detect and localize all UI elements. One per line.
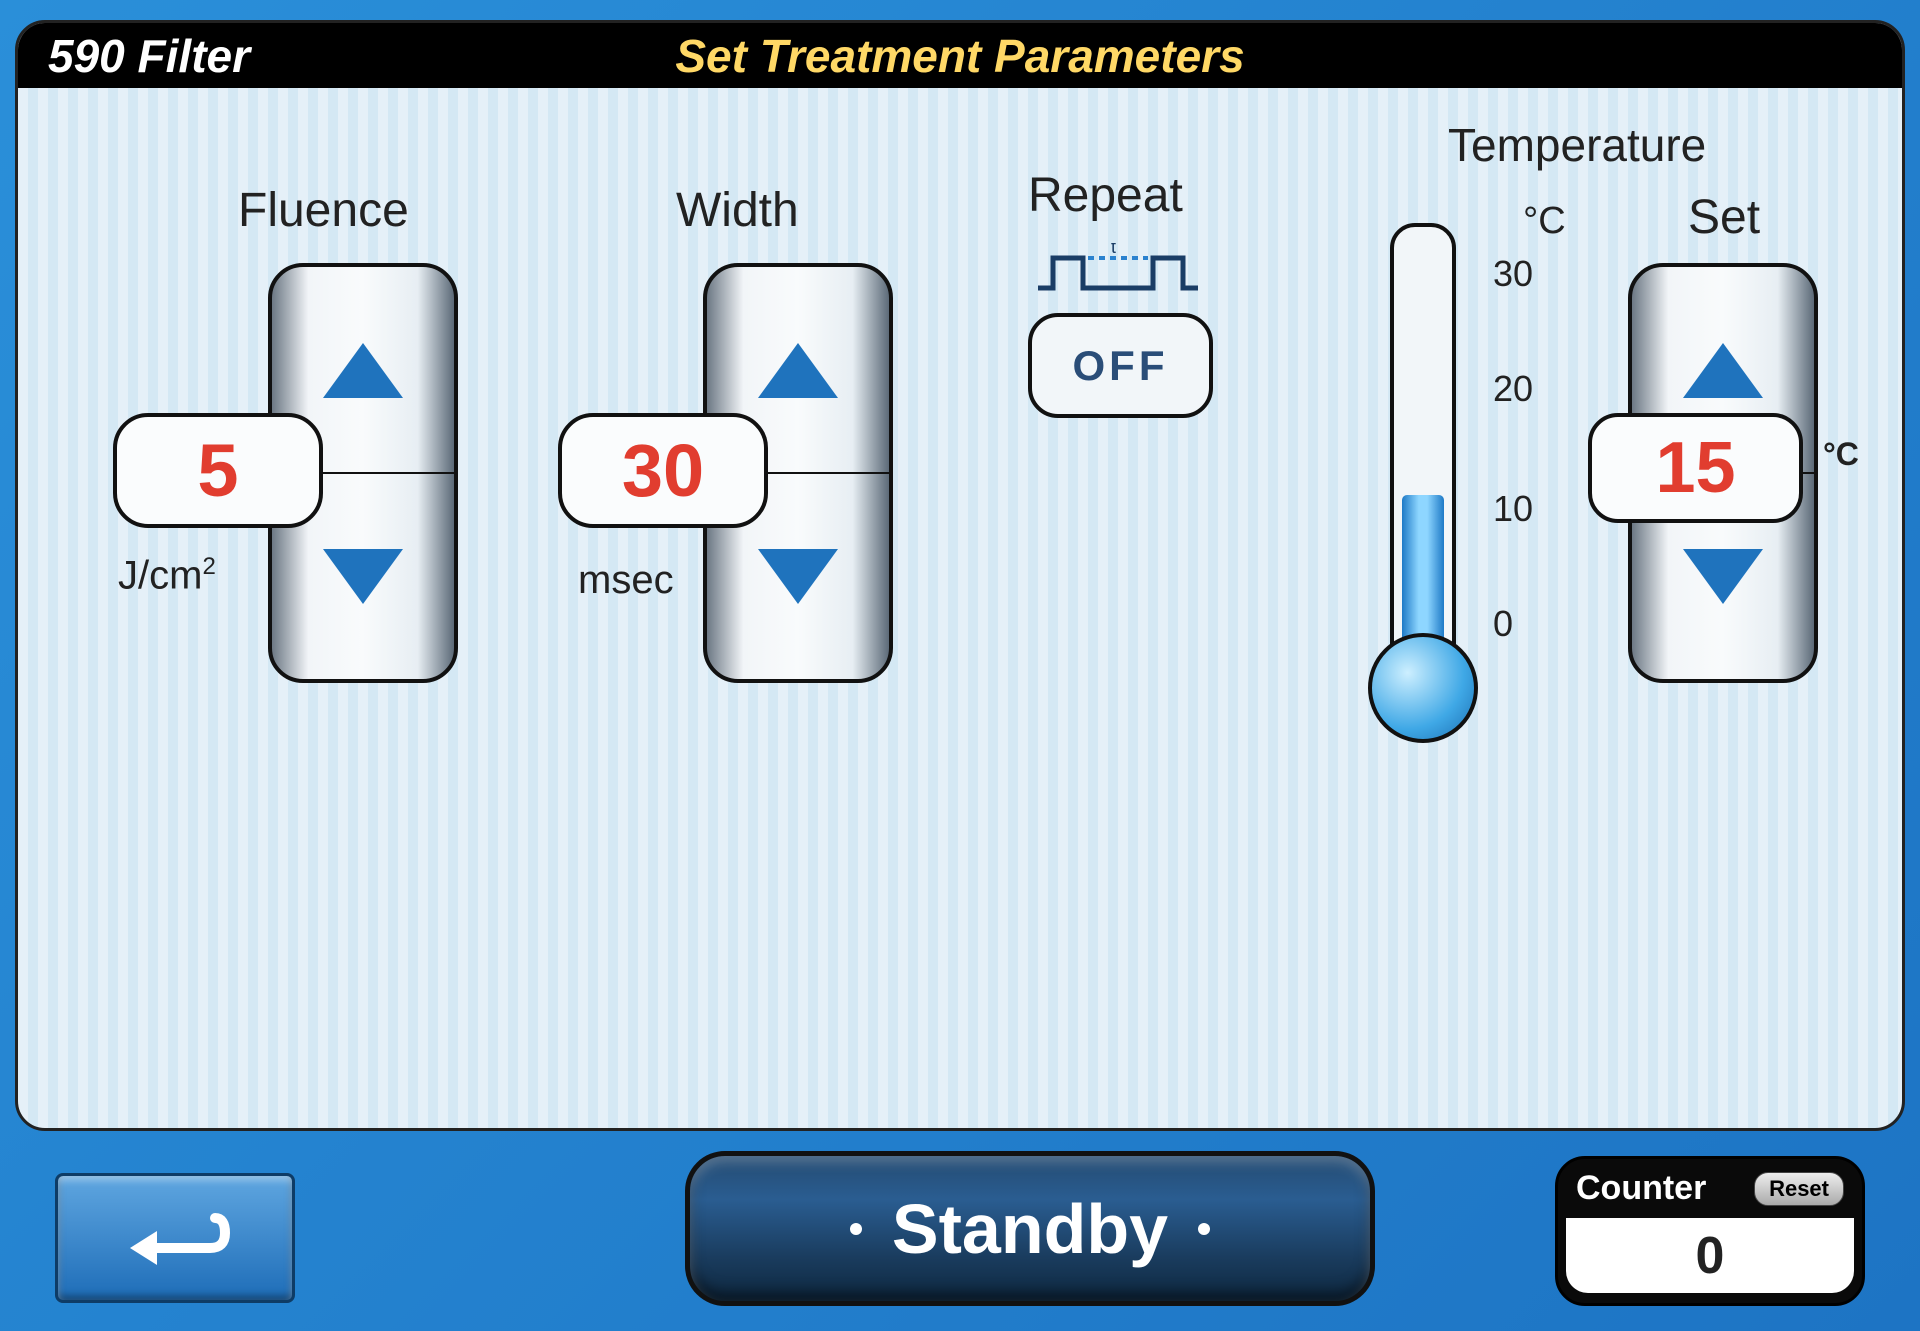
title-bar: 590 Filter Set Treatment Parameters	[18, 23, 1902, 88]
width-unit: msec	[578, 558, 674, 603]
content-area: Fluence 5 J/cm2 Width 30 msec	[18, 88, 1902, 1128]
thermometer	[1368, 223, 1478, 743]
page-title: Set Treatment Parameters	[675, 29, 1244, 83]
dot-icon	[1198, 1223, 1210, 1235]
chevron-up-icon	[1683, 343, 1763, 398]
repeat-t-label: t	[1111, 243, 1116, 257]
chevron-down-icon	[1683, 549, 1763, 604]
back-button[interactable]	[55, 1173, 295, 1303]
footer-bar: Standby Counter Reset 0	[0, 1131, 1920, 1331]
temperature-header: Temperature	[1448, 118, 1706, 172]
counter-panel: Counter Reset 0	[1555, 1156, 1865, 1306]
thermometer-bulb	[1368, 633, 1478, 743]
fluence-label: Fluence	[238, 183, 409, 238]
repeat-toggle-button[interactable]: OFF	[1028, 313, 1213, 418]
filter-name: 590 Filter	[48, 29, 250, 83]
temperature-set-value: 15	[1588, 413, 1803, 523]
return-arrow-icon	[115, 1203, 235, 1273]
fluence-unit: J/cm2	[118, 553, 216, 598]
tick-10: 10	[1493, 488, 1533, 530]
fluence-unit-text: J/cm	[118, 553, 202, 597]
chevron-up-icon	[323, 343, 403, 398]
tick-30: 30	[1493, 253, 1533, 295]
repeat-label: Repeat	[1028, 168, 1183, 223]
counter-label: Counter	[1576, 1169, 1706, 1208]
chevron-down-icon	[758, 549, 838, 604]
chevron-down-icon	[323, 549, 403, 604]
pulse-repeat-icon: t	[1033, 243, 1203, 298]
thermometer-tube	[1390, 223, 1456, 663]
counter-value: 0	[1566, 1218, 1854, 1293]
width-label: Width	[676, 183, 799, 238]
standby-button[interactable]: Standby	[685, 1151, 1375, 1306]
temperature-set-unit: °C	[1823, 436, 1859, 473]
temperature-unit-column: °C	[1523, 200, 1566, 243]
tick-20: 20	[1493, 368, 1533, 410]
width-value: 30	[558, 413, 768, 528]
chevron-up-icon	[758, 343, 838, 398]
fluence-value: 5	[113, 413, 323, 528]
dot-icon	[850, 1223, 862, 1235]
fluence-unit-sup: 2	[202, 553, 215, 580]
parameters-screen: 590 Filter Set Treatment Parameters Flue…	[15, 20, 1905, 1131]
counter-reset-button[interactable]: Reset	[1754, 1172, 1844, 1206]
temperature-set-label: Set	[1688, 190, 1760, 245]
tick-0: 0	[1493, 603, 1513, 645]
standby-label: Standby	[892, 1189, 1168, 1269]
